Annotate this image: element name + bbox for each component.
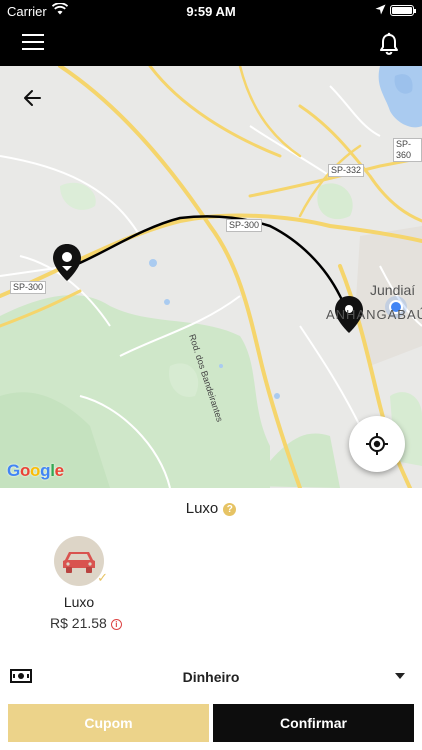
vehicle-option-luxo[interactable]: ✓: [54, 536, 108, 586]
place-label-jundiai: Jundiaí: [370, 282, 416, 298]
crosshair-icon: [366, 433, 388, 455]
place-label-anhangabau: ANHANGABAÚ: [326, 307, 422, 322]
coupon-button[interactable]: Cupom: [8, 704, 209, 742]
arrow-left-icon[interactable]: [22, 88, 46, 108]
battery-icon: [390, 5, 416, 16]
question-icon[interactable]: ?: [223, 503, 237, 516]
vehicle-price-row: R$ 21.58 i: [50, 615, 122, 631]
road-label-sp360: SP-360: [393, 138, 422, 162]
google-logo: Google: [7, 461, 64, 480]
info-icon[interactable]: i: [110, 619, 122, 630]
category-title-label: Luxo: [185, 500, 219, 517]
payment-method-select[interactable]: Dinheiro: [0, 662, 422, 692]
road-label-sp300-east: SP-300: [226, 219, 263, 232]
vehicle-name: Luxo: [63, 594, 95, 610]
top-nav-bar: [0, 22, 422, 66]
category-title: Luxo?: [0, 500, 422, 517]
vehicle-price: R$ 21.58: [50, 615, 107, 631]
bell-icon[interactable]: [378, 32, 400, 56]
road-label-sp332: SP-332: [328, 164, 365, 177]
check-icon: ✓: [97, 570, 108, 585]
status-bar: Carrier 9:59 AM: [0, 0, 422, 22]
route-map[interactable]: SP-300 SP-300 SP-332 SP-360 Rod. dos Ban…: [0, 66, 422, 488]
location-arrow-icon: [375, 4, 386, 15]
hamburger-icon[interactable]: [22, 34, 44, 54]
road-label-sp300-west: SP-300: [10, 281, 47, 294]
payment-method-label: Dinheiro: [182, 669, 240, 685]
caret-down-icon: [395, 673, 405, 679]
locate-me-button[interactable]: [349, 416, 405, 472]
car-icon: [63, 552, 95, 573]
confirm-button[interactable]: Confirmar: [213, 704, 414, 742]
clock: 9:59 AM: [186, 4, 236, 19]
